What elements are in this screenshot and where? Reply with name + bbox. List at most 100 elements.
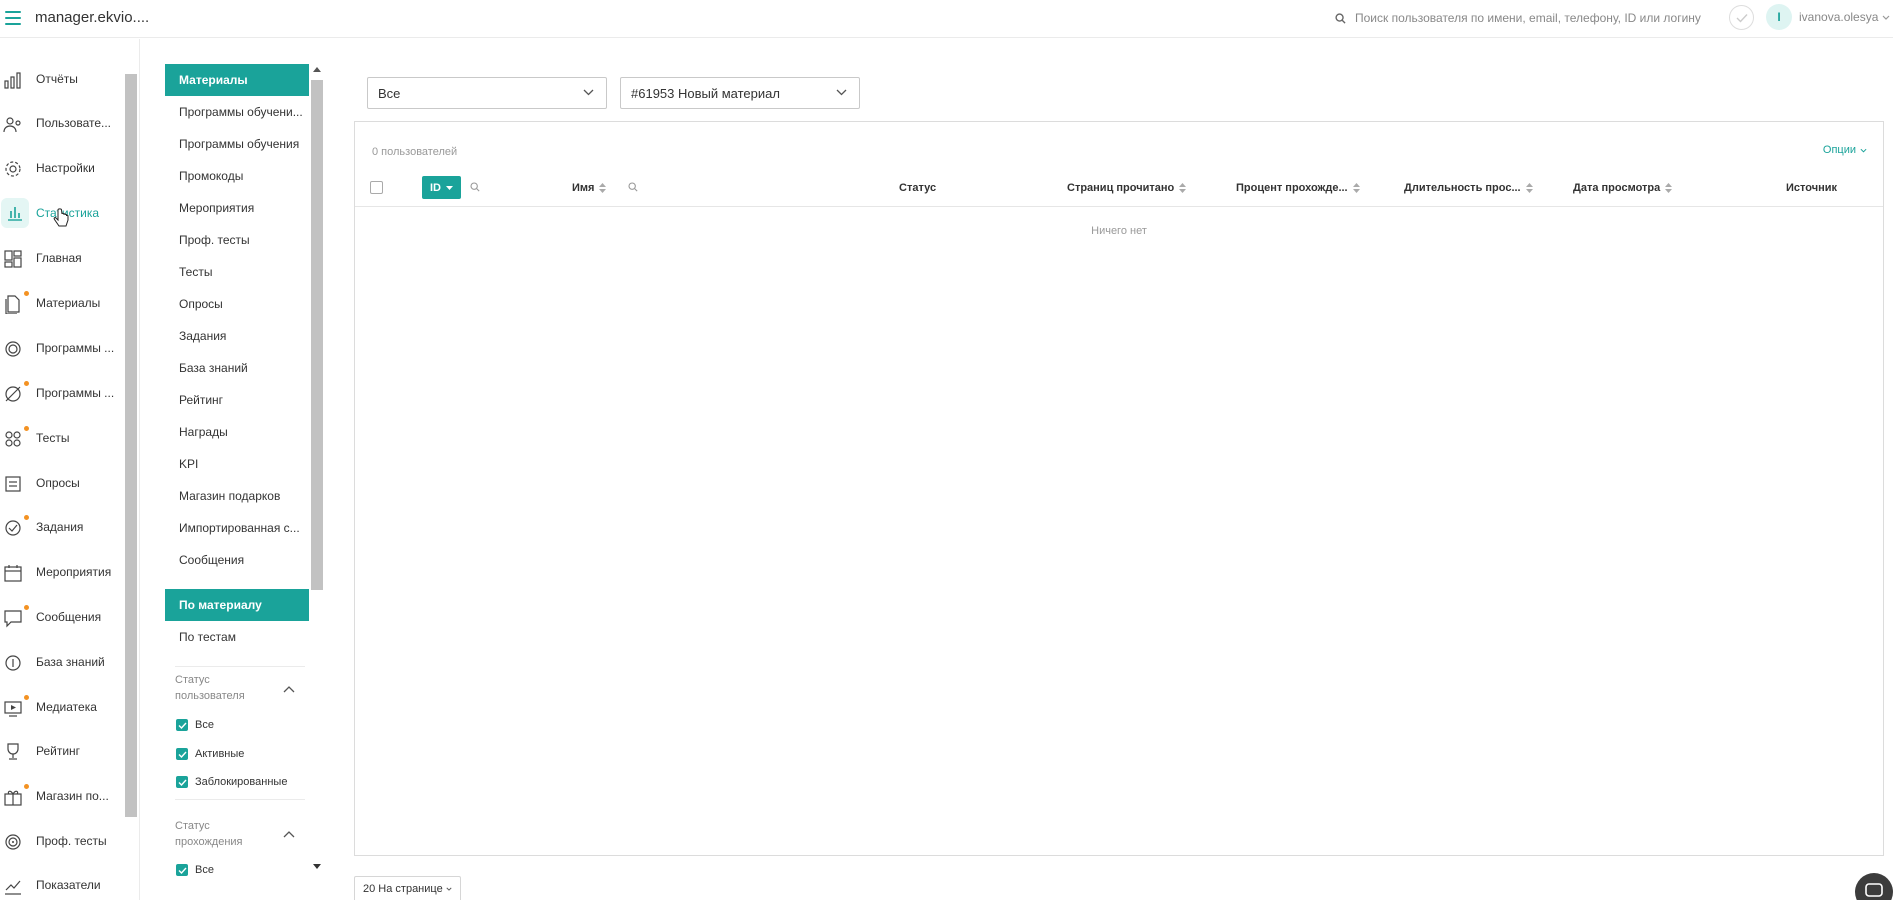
material-select-value: #61953 Новый материал <box>631 85 780 101</box>
subnav-item[interactable]: Опросы <box>165 288 309 320</box>
per-page-select[interactable]: 20 На странице <box>354 876 461 900</box>
checkbox-checked-icon <box>176 864 188 876</box>
select-all-checkbox[interactable] <box>370 181 383 194</box>
sidebar-item[interactable]: Опросы <box>0 463 124 503</box>
column-source[interactable]: Источник <box>1786 169 1837 207</box>
sidebar-item[interactable]: Настройки <box>0 148 124 188</box>
sidebar-item-label: Рейтинг <box>36 744 81 758</box>
subnav-scrollbar[interactable] <box>311 80 323 590</box>
search-icon[interactable] <box>470 182 480 192</box>
id-column-button[interactable]: ID <box>422 176 461 199</box>
app-title[interactable]: manager.ekvio.... <box>35 9 149 26</box>
sidebar-item[interactable]: Главная <box>0 238 124 278</box>
programs-icon <box>3 339 23 359</box>
sidebar-item[interactable]: Рейтинг <box>0 731 124 771</box>
sidebar-item[interactable]: Медиатека <box>0 687 124 727</box>
subnav-item[interactable]: Сообщения <box>165 544 309 576</box>
calendar-icon <box>3 563 23 583</box>
sidebar-item-label: Опросы <box>36 476 80 490</box>
subnav-item[interactable]: Магазин подарков <box>165 480 309 512</box>
chevron-down-icon <box>836 89 847 96</box>
chevron-up-icon[interactable] <box>283 830 295 838</box>
sidebar-item[interactable]: База знаний <box>0 642 124 682</box>
scroll-up-arrow[interactable] <box>313 67 321 72</box>
sidebar-item[interactable]: Программы ... <box>0 373 124 413</box>
pass-status-title: Статус прохождения <box>175 820 243 848</box>
stats-table: 0 пользователей Опции ID Имя Статус Стра… <box>354 121 1884 856</box>
search-icon[interactable] <box>628 182 638 192</box>
user-menu[interactable]: ivanova.olesya <box>1799 10 1890 24</box>
sidebar-item-label: Магазин по... <box>36 789 109 803</box>
column-source-label: Источник <box>1786 182 1838 194</box>
subnav-item[interactable]: Мероприятия <box>165 192 309 224</box>
column-duration[interactable]: Длительность прос... <box>1404 169 1533 207</box>
filter-checkbox[interactable]: Все <box>176 864 214 876</box>
top-bar: manager.ekvio.... Поиск пользователя по … <box>0 0 1893 38</box>
surveys-icon <box>3 474 23 494</box>
scroll-down-arrow[interactable] <box>313 864 321 869</box>
sidebar-item[interactable]: Магазин по... <box>0 776 124 816</box>
checkbox-checked-icon <box>176 748 188 760</box>
options-label: Опции <box>1822 144 1856 156</box>
group-select[interactable]: Все <box>367 77 607 109</box>
filter-checkbox-label: Все <box>195 864 214 876</box>
column-status[interactable]: Статус <box>899 169 936 207</box>
subnav-mode-item[interactable]: По тестам <box>165 621 309 653</box>
subnav-item[interactable]: База знаний <box>165 352 309 384</box>
check-icon <box>1736 13 1748 23</box>
options-button[interactable]: Опции <box>1823 144 1867 156</box>
subnav-item[interactable]: Задания <box>165 320 309 352</box>
check-button[interactable] <box>1729 5 1754 30</box>
column-name[interactable]: Имя <box>572 169 607 207</box>
chat-button[interactable] <box>1855 873 1893 900</box>
sidebar: Отчёты Пользовате... Настройки Статистика Гл… <box>0 39 140 900</box>
sidebar-item[interactable]: Материалы <box>0 283 124 323</box>
avatar[interactable]: I <box>1766 4 1792 30</box>
chevron-down-icon <box>1882 15 1890 20</box>
material-select[interactable]: #61953 Новый материал <box>620 77 860 109</box>
filter-checkbox[interactable]: Все <box>176 719 214 731</box>
notification-dot <box>24 784 29 789</box>
subnav-item[interactable]: Материалы <box>165 64 309 96</box>
column-date[interactable]: Дата просмотра <box>1573 169 1673 207</box>
column-pages[interactable]: Страниц прочитано <box>1067 169 1187 207</box>
sidebar-item[interactable]: Отчёты <box>0 59 124 99</box>
filter-checkbox[interactable]: Заблокированные <box>176 776 287 788</box>
search-placeholder: Поиск пользователя по имени, email, теле… <box>1355 11 1701 25</box>
filter-checkbox[interactable]: Активные <box>176 748 244 760</box>
subnav-item[interactable]: Программы обучения <box>165 128 309 160</box>
subnav-item[interactable]: Рейтинг <box>165 384 309 416</box>
subnav-item[interactable]: KPI <box>165 448 309 480</box>
sidebar-item[interactable]: Проф. тесты <box>0 821 124 861</box>
sort-icon <box>1352 183 1360 193</box>
subnav-item[interactable]: Программы обучени... <box>165 96 309 128</box>
sidebar-item[interactable]: Программы ... <box>0 328 124 368</box>
hand-cursor-icon <box>53 208 69 227</box>
subnav-item[interactable]: Награды <box>165 416 309 448</box>
sidebar-item[interactable]: Пользовате... <box>0 103 124 143</box>
subnav-item[interactable]: Проф. тесты <box>165 224 309 256</box>
sidebar-item[interactable]: Показатели <box>0 865 124 900</box>
subnav-item[interactable]: Тесты <box>165 256 309 288</box>
empty-state: Ничего нет <box>1091 225 1147 237</box>
search-input[interactable]: Поиск пользователя по имени, email, теле… <box>1335 7 1755 29</box>
sidebar-item[interactable]: Тесты <box>0 418 124 458</box>
subnav-mode-item[interactable]: По материалу <box>165 589 309 621</box>
search-icon <box>1335 12 1346 24</box>
chevron-up-icon[interactable] <box>283 685 295 693</box>
sidebar-scrollbar[interactable] <box>125 74 137 817</box>
column-date-label: Дата просмотра <box>1573 182 1661 194</box>
sort-icon <box>1665 183 1673 193</box>
sidebar-item[interactable]: Мероприятия <box>0 552 124 592</box>
sidebar-item[interactable]: Сообщения <box>0 597 124 637</box>
subnav-item[interactable]: Импортированная с... <box>165 512 309 544</box>
sidebar-item[interactable]: Задания <box>0 507 124 547</box>
per-page-label: 20 На странице <box>363 882 443 895</box>
column-percent[interactable]: Процент прохожде... <box>1236 169 1360 207</box>
column-status-label: Статус <box>899 182 937 194</box>
subnav-item[interactable]: Промокоды <box>165 160 309 192</box>
user-count: 0 пользователей <box>372 146 458 158</box>
menu-icon[interactable] <box>5 11 21 25</box>
stats-icon <box>1 198 29 228</box>
notification-dot <box>24 426 29 431</box>
